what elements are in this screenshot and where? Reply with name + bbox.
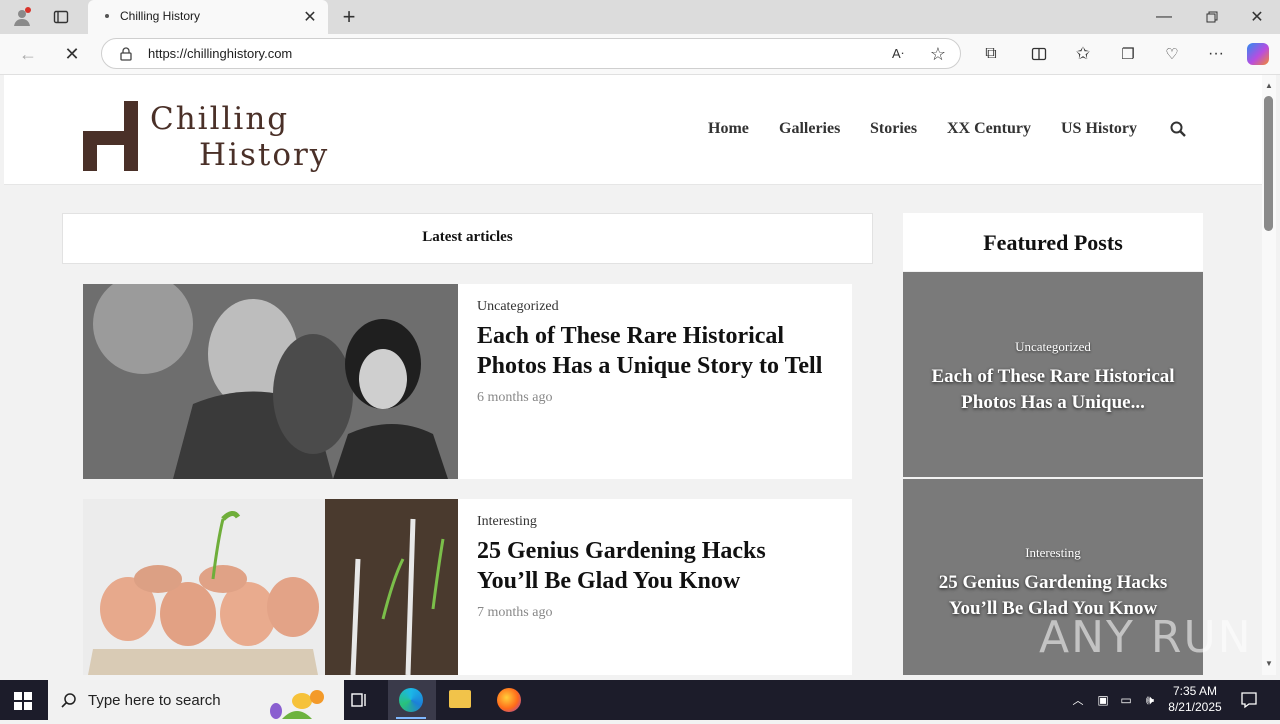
split-screen-icon[interactable] bbox=[1028, 43, 1050, 65]
active-app-indicator bbox=[396, 717, 426, 719]
nav-xx-century[interactable]: XX Century bbox=[947, 120, 1031, 138]
volume-icon[interactable]: 🕪 bbox=[1140, 690, 1160, 710]
nav-stories[interactable]: Stories bbox=[870, 120, 917, 138]
article-title[interactable]: Each of These Rare Historical Photos Has… bbox=[477, 321, 842, 381]
edge-icon bbox=[399, 688, 423, 712]
restore-icon[interactable] bbox=[1198, 6, 1226, 28]
favorites-icon[interactable]: ✩ bbox=[1072, 43, 1094, 65]
taskbar-search-placeholder[interactable]: Type here to search bbox=[88, 692, 221, 709]
search-icon[interactable] bbox=[1168, 119, 1188, 139]
firefox-icon[interactable] bbox=[497, 688, 521, 712]
article-date: 7 months ago bbox=[477, 605, 553, 620]
site-logo-icon[interactable] bbox=[83, 101, 143, 171]
article-thumbnail[interactable] bbox=[83, 274, 458, 479]
article-category[interactable]: Interesting bbox=[477, 514, 537, 530]
url-text[interactable]: https://chillinghistory.com bbox=[148, 46, 292, 61]
tray-chevron-icon[interactable]: ︿ bbox=[1069, 690, 1087, 710]
clock-date: 8/21/2025 bbox=[1168, 700, 1222, 714]
loading-dot-icon bbox=[105, 14, 109, 18]
tab-actions-icon[interactable] bbox=[50, 6, 72, 28]
browser-essentials-icon[interactable]: ♡ bbox=[1161, 43, 1183, 65]
windows-start-icon[interactable] bbox=[12, 690, 34, 712]
nav-galleries[interactable]: Galleries bbox=[779, 120, 840, 138]
logo-text-chilling[interactable]: Chilling bbox=[150, 101, 289, 137]
taskbar-search-icon bbox=[60, 691, 78, 709]
task-view-icon[interactable] bbox=[348, 688, 372, 712]
taskbar-clock[interactable]: 7:35 AM 8/21/2025 bbox=[1160, 683, 1230, 715]
nav-home[interactable]: Home bbox=[708, 120, 749, 138]
scrollbar-thumb[interactable] bbox=[1264, 96, 1273, 231]
site-info-icon[interactable] bbox=[116, 44, 136, 64]
collections-icon[interactable]: ❐ bbox=[1117, 43, 1139, 65]
article-title[interactable]: 25 Genius Gardening Hacks You’ll Be Glad… bbox=[477, 536, 797, 596]
scroll-up-icon[interactable]: ▲ bbox=[1262, 78, 1276, 92]
new-tab-icon[interactable]: + bbox=[337, 4, 361, 29]
notifications-icon[interactable] bbox=[1237, 688, 1261, 712]
article-date: 6 months ago bbox=[477, 390, 553, 405]
latest-articles-title: Latest articles bbox=[422, 229, 513, 245]
copilot-icon[interactable] bbox=[1247, 43, 1269, 65]
favorite-icon[interactable]: ☆ bbox=[927, 43, 949, 65]
file-explorer-icon[interactable] bbox=[449, 690, 471, 708]
search-highlight-flowers-icon bbox=[262, 683, 332, 719]
featured-category[interactable]: Interesting bbox=[903, 545, 1203, 561]
reload-icon[interactable]: ✕ bbox=[60, 42, 84, 66]
close-tab-icon[interactable]: ✕ bbox=[300, 7, 320, 27]
nav-us-history[interactable]: US History bbox=[1061, 120, 1137, 138]
watermark: ANY RUN bbox=[1039, 612, 1253, 663]
more-icon[interactable]: ··· bbox=[1205, 43, 1227, 65]
featured-title[interactable]: Each of These Rare Historical Photos Has… bbox=[918, 364, 1188, 416]
tray-device-icon[interactable]: ▣ bbox=[1094, 690, 1112, 710]
clock-time: 7:35 AM bbox=[1172, 684, 1218, 698]
back-icon[interactable]: ← bbox=[16, 42, 40, 66]
minimize-icon[interactable]: — bbox=[1150, 6, 1178, 28]
article-thumbnail[interactable] bbox=[83, 499, 458, 675]
read-aloud-icon[interactable]: Aᐧ bbox=[887, 44, 909, 64]
featured-category[interactable]: Uncategorized bbox=[903, 339, 1203, 355]
profile-icon[interactable] bbox=[10, 5, 34, 29]
tab-title: Chilling History bbox=[120, 9, 201, 23]
logo-text-history[interactable]: History bbox=[199, 137, 329, 173]
featured-posts-title: Featured Posts bbox=[983, 230, 1123, 255]
network-icon[interactable]: ▭ bbox=[1117, 690, 1135, 710]
article-category[interactable]: Uncategorized bbox=[477, 299, 559, 315]
web-page: Chilling History Home Galleries Stories … bbox=[4, 75, 1262, 675]
close-window-icon[interactable]: ✕ bbox=[1243, 6, 1271, 28]
extensions-icon[interactable]: ⧉ bbox=[980, 43, 1002, 65]
scroll-down-icon[interactable]: ▼ bbox=[1262, 656, 1276, 670]
